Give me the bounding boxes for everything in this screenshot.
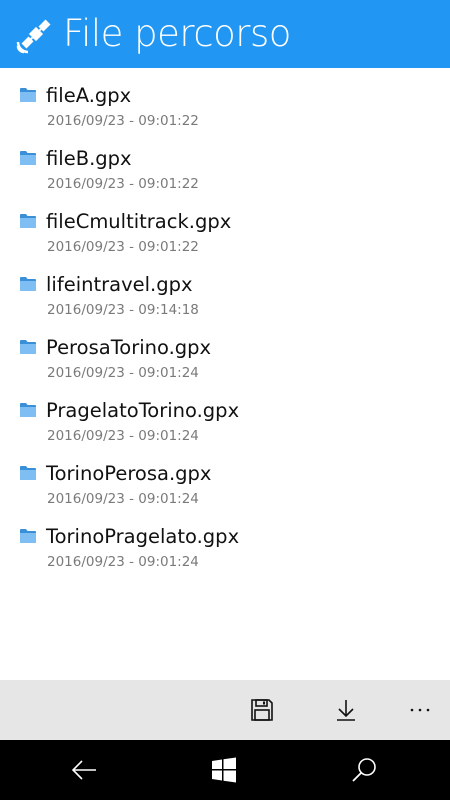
list-item[interactable]: PerosaTorino.gpx 2016/09/23 - 09:01:24 (0, 320, 450, 383)
file-name: TorinoPragelato.gpx (46, 525, 240, 548)
list-item[interactable]: lifeintravel.gpx 2016/09/23 - 09:14:18 (0, 257, 450, 320)
list-item[interactable]: TorinoPragelato.gpx 2016/09/23 - 09:01:2… (0, 509, 450, 572)
file-date: 2016/09/23 - 09:01:22 (47, 113, 199, 129)
windows-logo-icon (212, 757, 236, 783)
folder-icon (20, 403, 36, 417)
back-arrow-icon (71, 760, 96, 780)
save-button[interactable] (244, 692, 280, 728)
more-icon (410, 708, 430, 712)
file-date: 2016/09/23 - 09:01:24 (47, 365, 199, 381)
file-date: 2016/09/23 - 09:01:22 (47, 176, 199, 192)
list-item[interactable]: PragelatoTorino.gpx 2016/09/23 - 09:01:2… (0, 383, 450, 446)
app-header: File percorso (0, 0, 450, 68)
folder-icon (20, 214, 36, 228)
file-name: TorinoPerosa.gpx (46, 462, 212, 485)
more-button[interactable] (402, 692, 438, 728)
back-button[interactable] (66, 752, 102, 788)
folder-icon (20, 277, 36, 291)
download-button[interactable] (328, 692, 364, 728)
file-name: PerosaTorino.gpx (46, 336, 212, 359)
list-item[interactable]: fileCmultitrack.gpx 2016/09/23 - 09:01:2… (0, 194, 450, 257)
file-list: fileA.gpx 2016/09/23 - 09:01:22 fileB.gp… (0, 68, 450, 680)
file-name: fileA.gpx (46, 84, 132, 107)
file-date: 2016/09/23 - 09:01:24 (47, 554, 199, 570)
list-item[interactable]: fileA.gpx 2016/09/23 - 09:01:22 (0, 68, 450, 131)
file-date: 2016/09/23 - 09:01:24 (47, 428, 199, 444)
page-title: File percorso (63, 12, 291, 55)
file-name: fileCmultitrack.gpx (46, 210, 232, 233)
list-item[interactable]: TorinoPerosa.gpx 2016/09/23 - 09:01:24 (0, 446, 450, 509)
satellite-icon (16, 19, 51, 54)
file-date: 2016/09/23 - 09:01:22 (47, 239, 199, 255)
folder-icon (20, 88, 36, 102)
file-date: 2016/09/23 - 09:14:18 (47, 302, 199, 318)
folder-icon (20, 466, 36, 480)
folder-icon (20, 151, 36, 165)
folder-icon (20, 340, 36, 354)
search-icon (352, 758, 376, 782)
system-nav-bar (0, 740, 450, 800)
list-item[interactable]: fileB.gpx 2016/09/23 - 09:01:22 (0, 131, 450, 194)
file-name: PragelatoTorino.gpx (46, 399, 240, 422)
app-bar (0, 680, 450, 740)
file-date: 2016/09/23 - 09:01:24 (47, 491, 199, 507)
file-name: lifeintravel.gpx (46, 273, 193, 296)
screen: File percorso fileA.gpx 2016/09/23 - 09:… (0, 0, 450, 800)
folder-icon (20, 529, 36, 543)
download-icon (337, 700, 355, 721)
search-button[interactable] (346, 752, 382, 788)
save-icon (251, 699, 273, 721)
home-button[interactable] (206, 752, 242, 788)
file-name: fileB.gpx (46, 147, 132, 170)
